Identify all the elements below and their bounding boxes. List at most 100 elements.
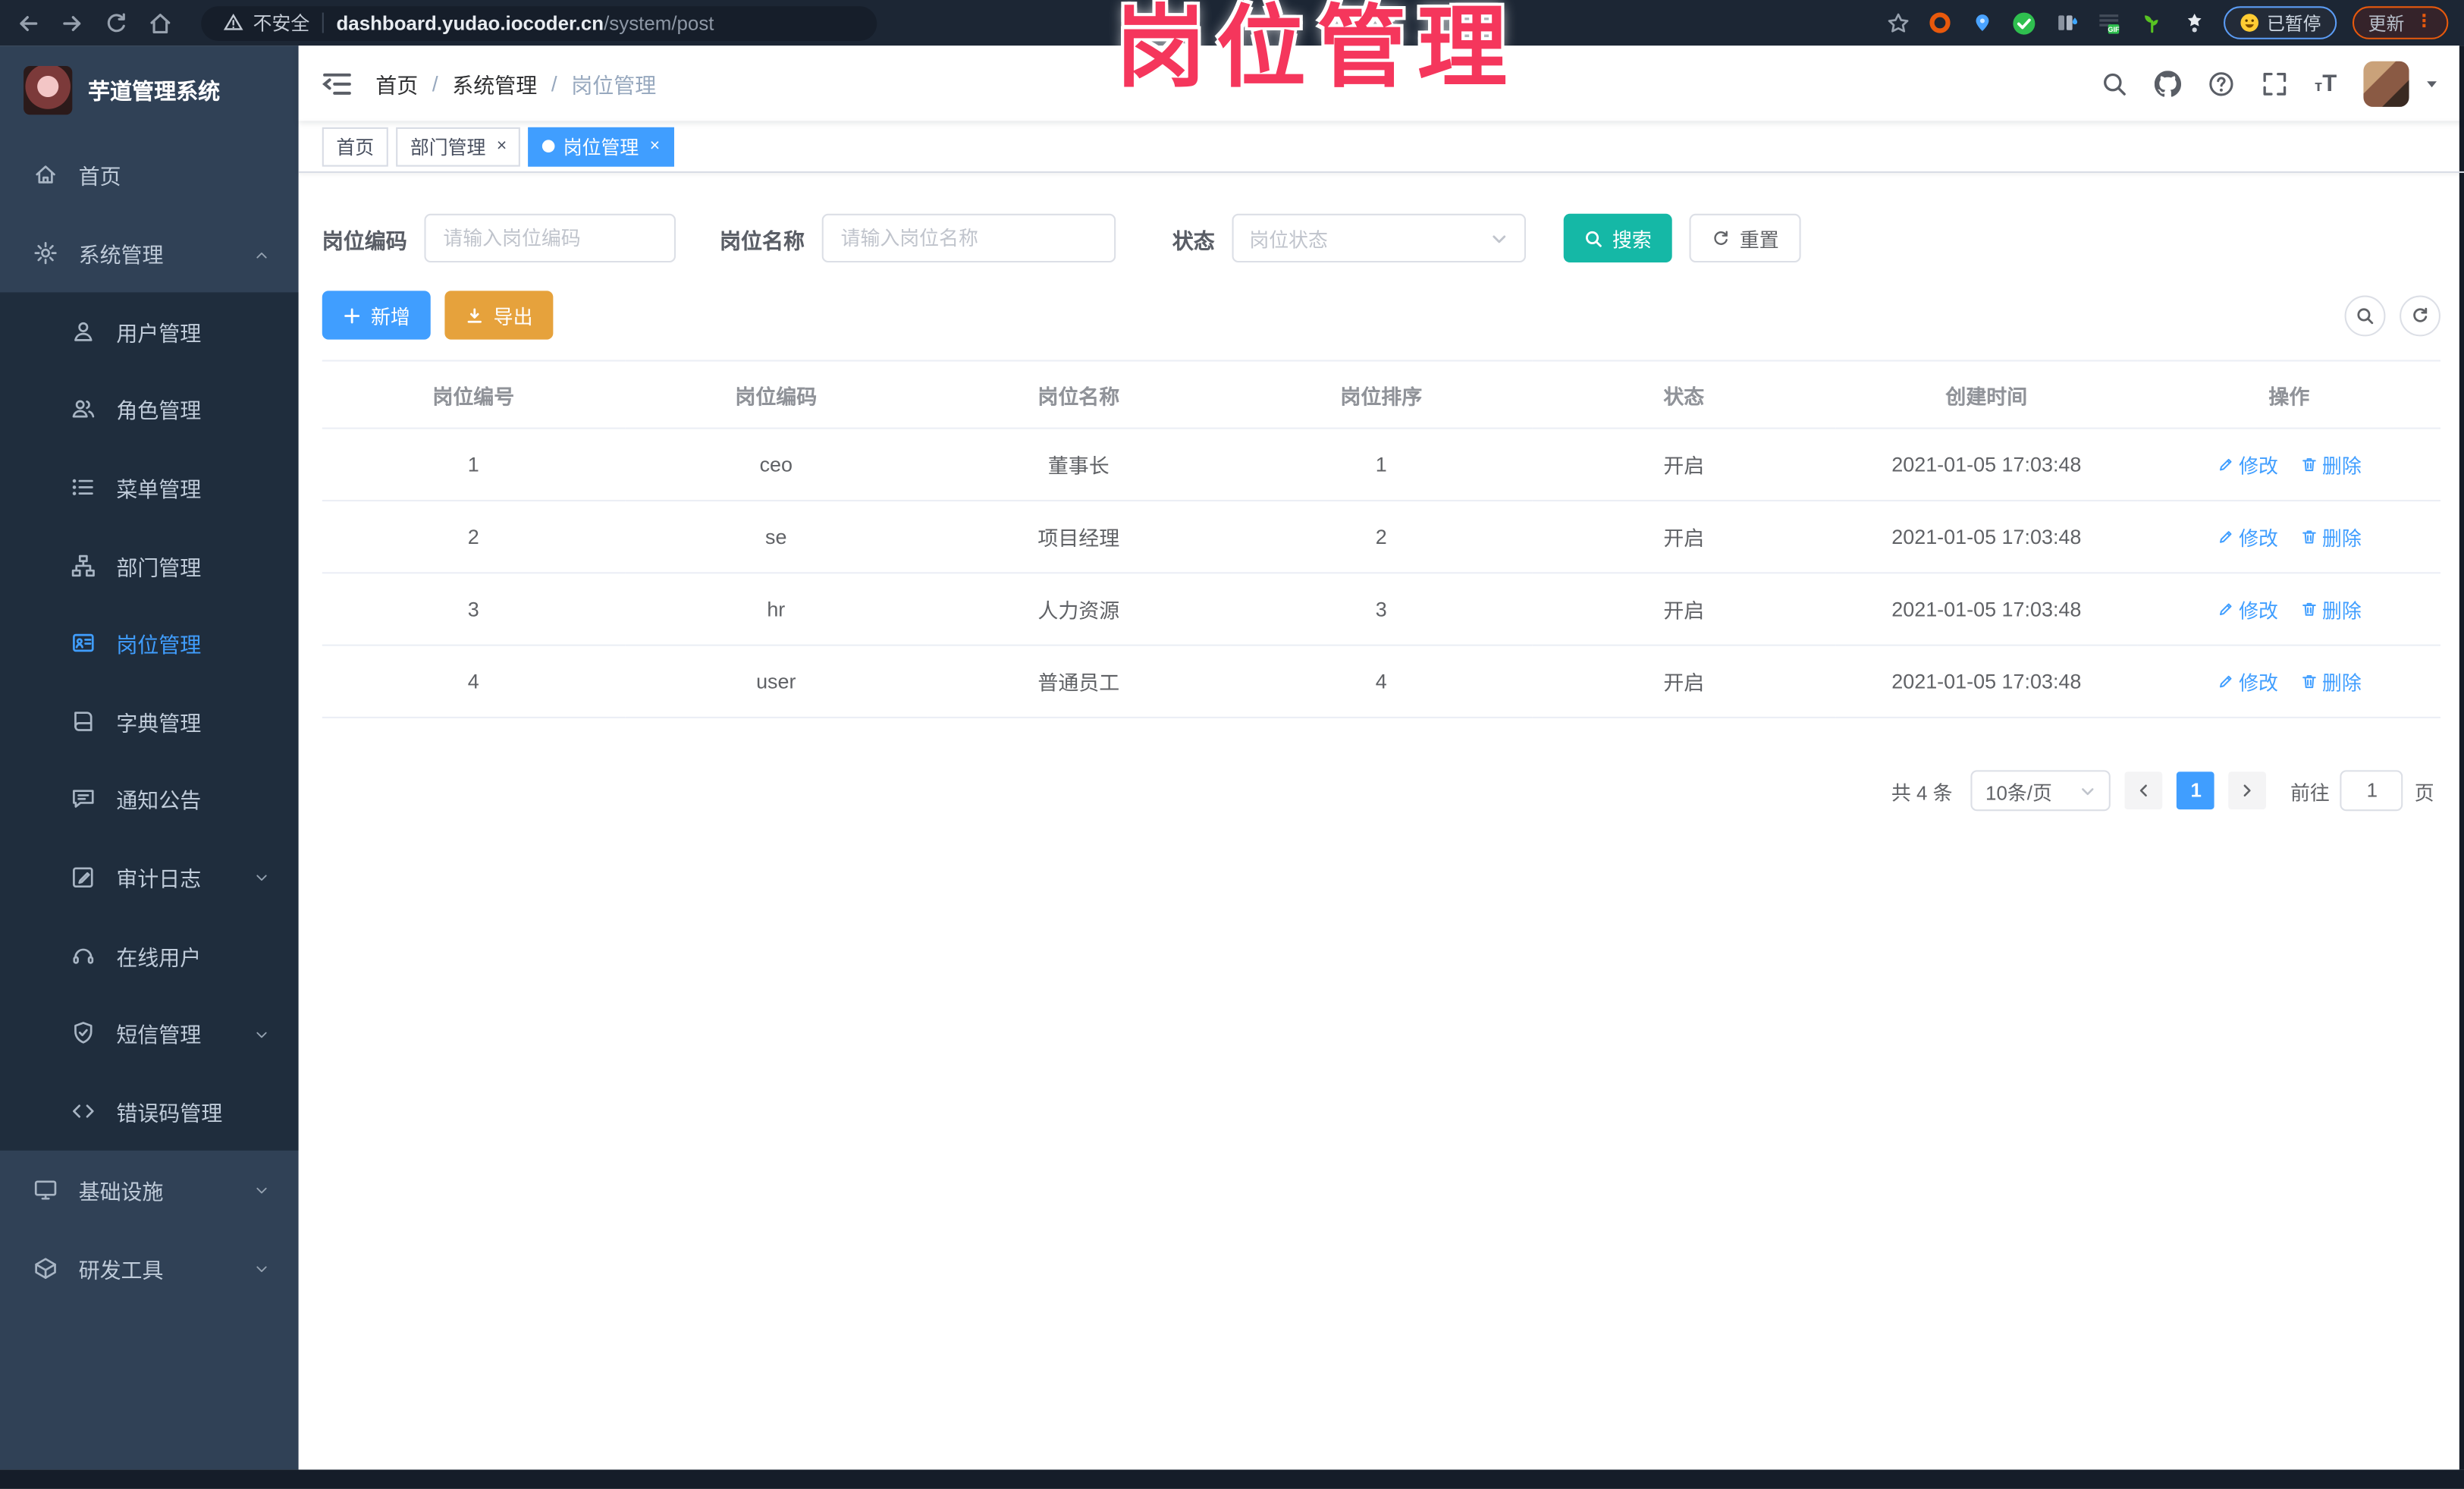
- home-icon[interactable]: [148, 10, 173, 35]
- tab-label: 部门管理: [410, 136, 486, 159]
- delete-link[interactable]: 删除: [2300, 522, 2362, 551]
- delete-link[interactable]: 删除: [2300, 450, 2362, 479]
- notice-icon: [71, 787, 96, 812]
- prev-page-button[interactable]: [2125, 771, 2164, 810]
- dict-icon: [71, 708, 96, 734]
- edit-icon: [2217, 456, 2234, 473]
- audit-icon: [71, 865, 96, 890]
- export-button[interactable]: 导出: [444, 291, 554, 340]
- paused-extension-pill[interactable]: 已暂停: [2222, 6, 2337, 39]
- sidebar-item-infra[interactable]: 基础设施: [0, 1150, 299, 1229]
- extension-pin-icon[interactable]: [1968, 9, 1995, 36]
- table-row: 1 ceo 董事长 1 开启 2021-01-05 17:03:48 修改 删除: [322, 428, 2440, 501]
- browser-extensions-area: GIF 已暂停 更新 ⋮: [1885, 6, 2449, 39]
- column-header: 岗位排序: [1229, 360, 1533, 429]
- cell-id: 2: [322, 500, 625, 574]
- search-button[interactable]: 搜索: [1563, 213, 1672, 263]
- page-size-select[interactable]: 10条/页: [1971, 770, 2111, 812]
- address-bar[interactable]: 不安全 dashboard.yudao.iocoder.cn/system/po…: [201, 5, 877, 40]
- tab-首页[interactable]: 首页: [322, 126, 388, 166]
- sidebar-item-devtool[interactable]: 研发工具: [0, 1228, 299, 1307]
- sidebar-item-sms[interactable]: 短信管理: [0, 994, 299, 1072]
- cell-id: 4: [322, 645, 625, 718]
- sidebar-item-dict[interactable]: 字典管理: [0, 682, 299, 760]
- breadcrumb-system[interactable]: 系统管理: [452, 68, 537, 99]
- font-size-icon[interactable]: тT: [2315, 71, 2337, 95]
- sidebar-item-label: 岗位管理: [116, 633, 202, 658]
- fullscreen-icon[interactable]: [2262, 70, 2288, 96]
- browser-menu-dots-icon[interactable]: ⋮: [2415, 14, 2433, 32]
- search-icon[interactable]: [2101, 70, 2127, 96]
- modify-link[interactable]: 修改: [2217, 522, 2278, 551]
- reload-icon[interactable]: [104, 10, 129, 35]
- search-icon: [2357, 307, 2374, 324]
- forward-icon[interactable]: [60, 10, 85, 35]
- page-number-1[interactable]: 1: [2177, 771, 2215, 810]
- navbar-actions: тT: [2101, 60, 2440, 106]
- cell-sort: 2: [1229, 500, 1533, 574]
- refresh-table-button[interactable]: [2400, 294, 2440, 336]
- status-select[interactable]: 岗位状态: [1232, 213, 1527, 263]
- sidebar-item-home[interactable]: 首页: [0, 135, 299, 214]
- modify-link[interactable]: 修改: [2217, 450, 2278, 479]
- refresh-icon: [1714, 230, 1728, 244]
- extension-plant-icon[interactable]: [2138, 9, 2164, 36]
- extension-puzzle-icon[interactable]: [2180, 9, 2207, 36]
- sidebar-item-label: 在线用户: [116, 945, 202, 969]
- cell-actions: 修改 删除: [2137, 428, 2440, 501]
- sidebar-item-online[interactable]: 在线用户: [0, 916, 299, 994]
- smiley-emoji-icon: [2240, 14, 2258, 32]
- app-logo-row[interactable]: 芋道管理系统: [0, 46, 299, 135]
- sidebar-item-dept[interactable]: 部门管理: [0, 526, 299, 605]
- chevron-down-icon[interactable]: [2423, 74, 2440, 92]
- sidebar-item-post[interactable]: 岗位管理: [0, 604, 299, 682]
- chevron-right-icon: [2244, 784, 2252, 797]
- tab-部门管理[interactable]: 部门管理 ×: [396, 126, 521, 166]
- sidebar-item-user[interactable]: 用户管理: [0, 292, 299, 370]
- update-button[interactable]: 更新 ⋮: [2352, 6, 2449, 39]
- post-table: 岗位编号 岗位编码 岗位名称 岗位排序 状态 创建时间 操作 1 ceo 董事长 1 开启 2021-…: [322, 360, 2440, 718]
- sidebar-item-label: 菜单管理: [116, 477, 202, 501]
- back-icon[interactable]: [16, 10, 41, 35]
- cell-id: 3: [322, 573, 625, 646]
- sidebar-item-gear[interactable]: 系统管理: [0, 214, 299, 293]
- delete-link[interactable]: 删除: [2300, 594, 2362, 624]
- breadcrumb: 首页 / 系统管理 / 岗位管理: [375, 68, 656, 99]
- close-tab-icon[interactable]: ×: [497, 137, 507, 155]
- post-name-input[interactable]: [821, 213, 1116, 263]
- goto-page-input[interactable]: [2340, 770, 2404, 812]
- sidebar-item-notice[interactable]: 通知公告: [0, 760, 299, 838]
- cell-created: 2021-01-05 17:03:48: [1835, 428, 2138, 501]
- cell-id: 1: [322, 428, 625, 501]
- delete-link[interactable]: 删除: [2300, 667, 2362, 696]
- sidebar-item-audit[interactable]: 审计日志: [0, 838, 299, 916]
- modify-link[interactable]: 修改: [2217, 667, 2278, 696]
- chevron-down-icon: [253, 869, 271, 886]
- modify-link[interactable]: 修改: [2217, 594, 2278, 624]
- cell-status: 开启: [1532, 645, 1835, 718]
- sidebar-item-menu[interactable]: 菜单管理: [0, 448, 299, 526]
- breadcrumb-home[interactable]: 首页: [375, 68, 418, 99]
- devtool-icon: [33, 1255, 58, 1280]
- bookmark-star-icon[interactable]: [1885, 10, 1910, 35]
- close-tab-icon[interactable]: ×: [650, 137, 660, 155]
- sidebar-item-role[interactable]: 角色管理: [0, 370, 299, 448]
- post-code-input[interactable]: [424, 213, 676, 263]
- tab-active-岗位管理[interactable]: 岗位管理 ×: [529, 126, 674, 166]
- extension-drop-icon[interactable]: [2053, 9, 2079, 36]
- reset-button[interactable]: 重置: [1689, 213, 1801, 263]
- sidebar-item-errcode[interactable]: 错误码管理: [0, 1072, 299, 1150]
- next-page-button[interactable]: [2229, 771, 2267, 810]
- avatar[interactable]: [2363, 60, 2409, 106]
- sms-icon: [71, 1020, 96, 1045]
- add-button[interactable]: 新增: [322, 291, 431, 340]
- search-icon: [1586, 230, 1602, 247]
- toggle-search-button[interactable]: [2344, 294, 2386, 336]
- extension-gif-icon[interactable]: GIF: [2095, 9, 2122, 36]
- extension-check-icon[interactable]: [2010, 9, 2037, 36]
- github-icon[interactable]: [2154, 70, 2181, 96]
- collapse-sidebar-icon[interactable]: [322, 70, 352, 96]
- cell-sort: 3: [1229, 573, 1533, 646]
- help-icon[interactable]: [2208, 70, 2234, 96]
- extension-orange-icon[interactable]: [1926, 9, 1952, 36]
